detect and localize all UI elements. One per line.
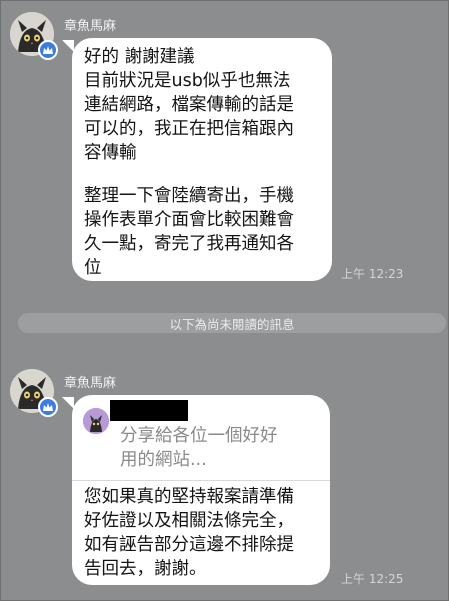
message-line: 如有誣告部分這邊不排除提 bbox=[84, 535, 294, 555]
sender-name: 章魚馬麻 bbox=[64, 19, 117, 34]
crown-icon bbox=[38, 40, 58, 60]
message-line: 操作表單介面會比較困難會 bbox=[84, 210, 294, 230]
shared-post-text[interactable]: 用的網站... bbox=[120, 448, 207, 472]
message-line: 位 bbox=[84, 258, 102, 278]
shared-post-text[interactable]: 分享給各位一個好好 bbox=[120, 424, 278, 448]
message-timestamp: 上午 12:25 bbox=[341, 572, 404, 586]
crown-icon bbox=[38, 397, 58, 417]
message-line: 好的 謝謝建議 bbox=[84, 47, 195, 67]
shared-post-avatar bbox=[83, 408, 109, 434]
message-line: 容傳輸 bbox=[84, 143, 137, 163]
unread-divider-label: 以下為尚未閱讀的訊息 bbox=[169, 316, 295, 332]
message-line: 目前狀況是usb似乎也無法 bbox=[84, 71, 291, 91]
message-line: 整理一下會陸續寄出，手機 bbox=[84, 186, 294, 206]
unread-divider: 以下為尚未閱讀的訊息 bbox=[18, 313, 446, 333]
message-line: 可以的，我正在把信箱跟內 bbox=[84, 119, 294, 139]
message-line: 連結網路，檔案傳輸的話是 bbox=[84, 95, 294, 115]
sender-name: 章魚馬麻 bbox=[64, 376, 117, 391]
bubble-tail bbox=[62, 397, 74, 409]
message-line: 告回去，謝謝。 bbox=[84, 559, 207, 579]
message-line: 您如果真的堅持報案請準備 bbox=[84, 487, 294, 507]
card-divider bbox=[72, 480, 330, 481]
message-line: 久一點，寄完了我再通知各 bbox=[84, 234, 294, 254]
bubble-tail bbox=[62, 40, 74, 52]
shared-post-avatar-image bbox=[83, 408, 109, 434]
message-timestamp: 上午 12:23 bbox=[341, 267, 404, 281]
message-line: 好佐證以及相關法條完全， bbox=[84, 511, 294, 531]
redacted-name bbox=[110, 400, 188, 421]
